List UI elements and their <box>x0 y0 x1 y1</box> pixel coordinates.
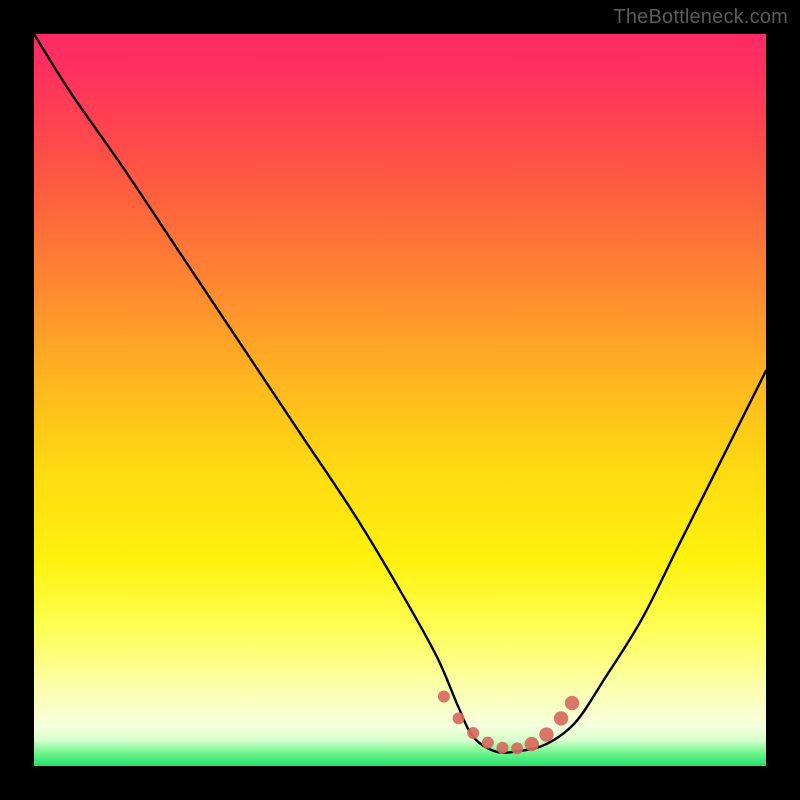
valley-dot <box>525 737 539 751</box>
valley-dot <box>511 742 523 754</box>
watermark-text: TheBottleneck.com <box>613 6 788 29</box>
valley-dot <box>565 696 579 710</box>
valley-dot <box>467 727 479 739</box>
valley-dot <box>482 737 494 749</box>
chart-stage: TheBottleneck.com <box>0 0 800 800</box>
curve-path <box>34 34 766 753</box>
valley-dot <box>539 727 553 741</box>
bottleneck-curve <box>34 34 766 766</box>
valley-dot <box>438 690 450 702</box>
valley-dot <box>453 712 465 724</box>
plot-area <box>34 34 766 766</box>
valley-dots <box>438 690 579 754</box>
valley-dot <box>554 711 568 725</box>
valley-dot <box>496 742 508 754</box>
